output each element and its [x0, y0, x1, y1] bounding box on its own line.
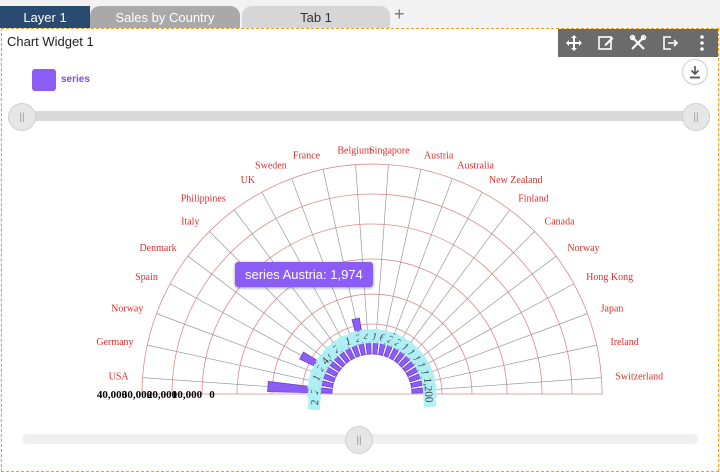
bar	[410, 380, 423, 388]
chart-widget: Chart Widget 1 series || || USA Germany No…	[1, 28, 719, 472]
category-label: Australia	[457, 160, 494, 171]
add-tab-button[interactable]: +	[394, 4, 405, 25]
category-label: Spain	[135, 272, 158, 283]
category-label: Finland	[518, 194, 549, 205]
grid-spoke	[403, 255, 557, 371]
grid-ring	[201, 223, 543, 395]
category-label: USA	[109, 372, 130, 383]
value-axis-label: 0	[209, 389, 215, 401]
grid-spoke	[385, 178, 453, 357]
grid-spoke	[209, 231, 344, 366]
category-label: Ireland	[610, 337, 638, 348]
category-label: Singapore	[369, 146, 410, 157]
grid-spoke	[400, 231, 535, 366]
grid-spoke	[147, 344, 333, 386]
category-label: Norway	[111, 304, 143, 315]
category-label: France	[293, 151, 321, 162]
tab-sales-by-country[interactable]: Sales by Country	[90, 6, 240, 28]
grid-spoke	[390, 191, 483, 360]
category-label: Philippines	[181, 194, 226, 205]
grid-spoke	[156, 313, 335, 381]
grid-spoke	[380, 169, 422, 355]
category-label: Belgium	[337, 146, 372, 157]
category-label: Norway	[567, 243, 599, 254]
category-label: Japan	[601, 304, 624, 315]
category-label: Switzerland	[615, 372, 663, 383]
bar	[411, 387, 424, 394]
svg-text:1,200: 1,200	[421, 377, 435, 403]
tab-bar: Layer 1 Sales by Country Tab 1 +	[0, 0, 720, 28]
category-label: Hong Kong	[586, 272, 633, 283]
polar-bar-chart: USA Germany Norway Spain Denmark Italy Philipp…	[96, 146, 663, 411]
slider-handle-bottom[interactable]: ||	[345, 426, 373, 454]
category-label: UK	[241, 175, 256, 186]
grid-spoke	[395, 209, 511, 363]
category-label: Germany	[96, 337, 133, 348]
value-axis-label: 10,000	[172, 389, 203, 401]
category-label: Denmark	[139, 243, 176, 254]
data-label: 1,200	[421, 372, 437, 408]
tab-layer-1[interactable]: Layer 1	[0, 6, 90, 28]
grid-spoke	[406, 283, 575, 376]
category-label: Austria	[424, 151, 454, 162]
category-label: Canada	[545, 216, 576, 227]
tab-tab-1[interactable]: Tab 1	[242, 6, 390, 28]
category-label: New Zealand	[489, 175, 543, 186]
grid-spoke	[411, 344, 597, 386]
chart-tooltip: series Austria: 1,974	[235, 262, 373, 287]
grid-spoke	[409, 313, 588, 381]
category-label: Italy	[181, 216, 199, 227]
category-label: Sweden	[255, 160, 287, 171]
